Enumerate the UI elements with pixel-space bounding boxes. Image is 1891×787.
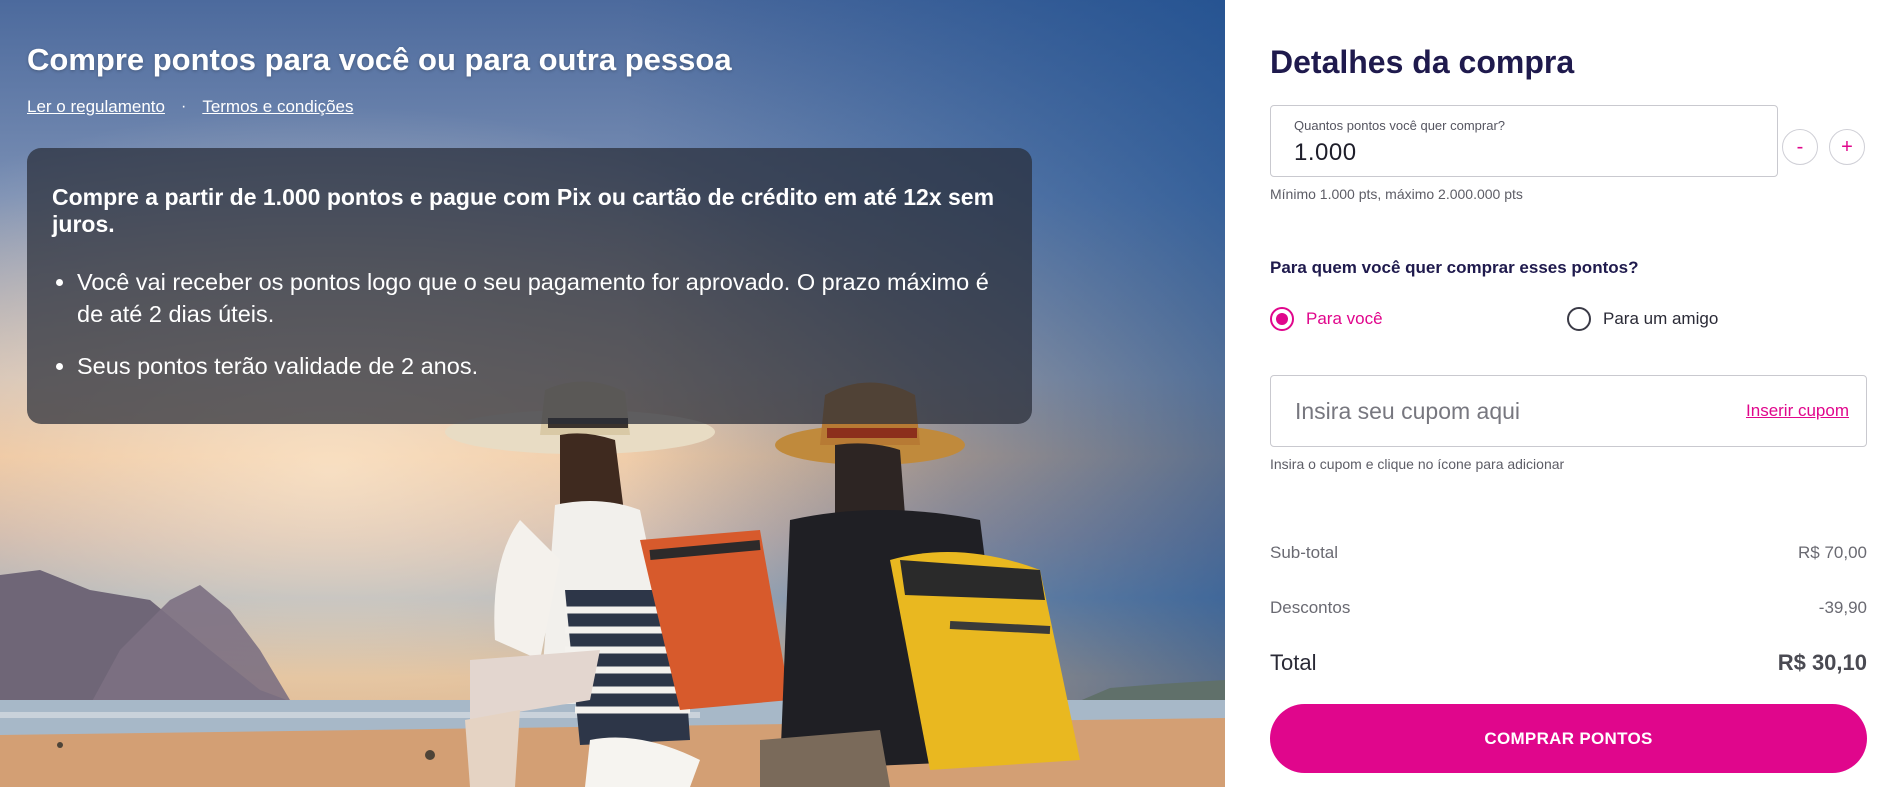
increase-quantity-button[interactable]: + (1829, 129, 1865, 165)
info-list: Você vai receber os pontos logo que o se… (52, 266, 1007, 382)
radio-option-self[interactable]: Para você (1270, 307, 1383, 331)
radio-unselected-icon[interactable] (1567, 307, 1591, 331)
radio-label-friend: Para um amigo (1603, 309, 1719, 328)
decrease-quantity-button[interactable]: - (1782, 129, 1818, 165)
coupon-input[interactable] (1295, 397, 1695, 425)
info-bullet: Você vai receber os pontos logo que o se… (77, 266, 1007, 330)
hero-links: Ler o regulamento · Termos e condições (27, 97, 354, 117)
radio-option-friend[interactable]: Para um amigo (1567, 307, 1718, 331)
info-bullet: Seus pontos terão validade de 2 anos. (77, 350, 1007, 382)
buy-points-button[interactable]: COMPRAR PONTOS (1270, 704, 1867, 773)
hero-title: Compre pontos para você ou para outra pe… (27, 42, 732, 77)
info-box: Compre a partir de 1.000 pontos e pague … (27, 148, 1032, 424)
panel-title: Detalhes da compra (1270, 44, 1575, 80)
distant-person (425, 750, 435, 760)
man-figure (760, 382, 1080, 787)
subtotal-row: Sub-total R$ 70,00 (1270, 543, 1867, 563)
subtotal-value: R$ 70,00 (1798, 543, 1867, 562)
subtotal-label: Sub-total (1270, 543, 1339, 562)
regulation-link[interactable]: Ler o regulamento (27, 97, 165, 117)
hero-section: Compre pontos para você ou para outra pe… (0, 0, 1225, 787)
coupon-hint: Insira o cupom e clique no ícone para ad… (1270, 456, 1565, 472)
quantity-hint: Mínimo 1.000 pts, máximo 2.000.000 pts (1270, 186, 1523, 202)
recipient-question: Para quem você quer comprar esses pontos… (1270, 258, 1639, 277)
discount-label: Descontos (1270, 598, 1351, 617)
radio-selected-icon[interactable] (1270, 307, 1294, 331)
discount-value: -39,90 (1818, 598, 1867, 617)
radio-label-self: Para você (1306, 309, 1383, 328)
terms-link[interactable]: Termos e condições (202, 97, 353, 117)
apply-coupon-link[interactable]: Inserir cupom (1746, 401, 1849, 421)
quantity-value[interactable]: 1.000 (1294, 139, 1754, 167)
total-label: Total (1270, 650, 1317, 675)
info-headline: Compre a partir de 1.000 pontos e pague … (52, 184, 995, 237)
link-separator: · (180, 98, 187, 115)
quantity-field[interactable]: Quantos pontos você quer comprar? 1.000 (1270, 105, 1778, 177)
purchase-panel: Detalhes da compra Quantos pontos você q… (1225, 0, 1891, 787)
coupon-field: Inserir cupom (1270, 375, 1867, 447)
discount-row: Descontos -39,90 (1270, 598, 1867, 618)
total-value: R$ 30,10 (1777, 650, 1867, 675)
total-row: Total R$ 30,10 (1270, 650, 1867, 676)
distant-person (57, 742, 63, 748)
quantity-label: Quantos pontos você quer comprar? (1294, 118, 1506, 133)
